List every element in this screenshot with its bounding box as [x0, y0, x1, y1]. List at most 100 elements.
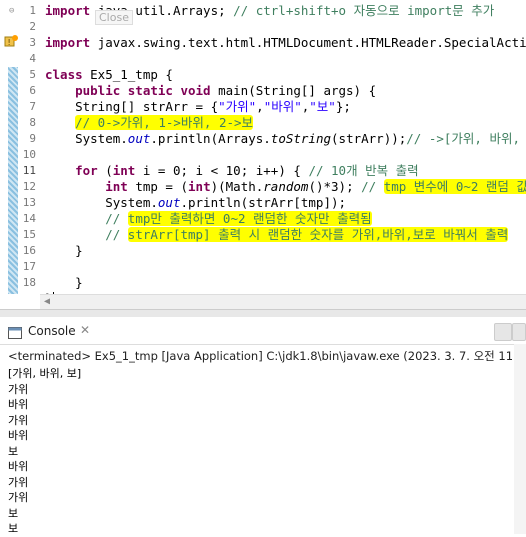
- change-marker-bar: [8, 67, 18, 294]
- code-token: //: [361, 179, 384, 194]
- console-scrollbar[interactable]: [514, 344, 526, 534]
- line-number: 11: [22, 164, 36, 177]
- line-number: 5: [29, 68, 36, 81]
- console-icon: [8, 324, 22, 339]
- code-line[interactable]: class Ex5_1_tmp {: [45, 67, 173, 83]
- code-token: tmp만 출력하면 0~2 랜덤한 숫자만 출력됨: [127, 211, 372, 226]
- line-number: 18: [22, 276, 36, 289]
- line-number: 8: [29, 116, 36, 129]
- code-token: )(Math.: [210, 179, 264, 194]
- line-number: 6: [29, 84, 36, 97]
- code-line[interactable]: int tmp = (int)(Math.random()*3); // tmp…: [45, 179, 526, 195]
- code-token: "가위": [218, 99, 257, 114]
- code-token: random: [263, 179, 309, 194]
- line-number: 10: [22, 148, 36, 161]
- fold-icon[interactable]: ⊖: [9, 7, 17, 16]
- code-line[interactable]: System.out.println(strArr[tmp]);: [45, 195, 346, 211]
- code-token: }: [45, 243, 83, 258]
- code-line[interactable]: }: [45, 243, 83, 259]
- editor-horizontal-scrollbar[interactable]: ◀: [40, 294, 526, 309]
- scroll-left-icon[interactable]: ◀: [44, 296, 50, 307]
- code-token: "바위": [263, 99, 302, 114]
- warning-icon[interactable]: !: [4, 33, 18, 47]
- code-token: // 10개 반복 출력: [308, 163, 419, 178]
- console-output-line: 바위: [8, 429, 29, 442]
- console-status: <terminated> Ex5_1_tmp [Java Application…: [8, 349, 526, 363]
- code-token: toString: [270, 131, 332, 146]
- code-line[interactable]: String[] strArr = {"가위","바위","보"};: [45, 99, 351, 115]
- console-action-button[interactable]: [494, 323, 512, 341]
- code-token: strArr[tmp] 출력 시 랜덤한 숫자를 가위,바위,보로 바꿔서 출력: [127, 227, 509, 242]
- svg-text:!: !: [8, 38, 11, 47]
- code-token: out: [157, 195, 181, 210]
- code-editor[interactable]: 12345678910111213141516171819 ⊖⊖ ! impor…: [0, 0, 526, 294]
- code-line[interactable]: // tmp만 출력하면 0~2 랜덤한 숫자만 출력됨: [45, 211, 372, 227]
- line-number: 2: [29, 20, 36, 33]
- code-token: javax.swing.text.html.HTMLDocument.HTMLR…: [97, 35, 526, 50]
- code-token: }: [45, 275, 83, 290]
- code-token: "보": [309, 99, 336, 114]
- line-number: 15: [22, 228, 36, 241]
- code-token: class: [45, 67, 91, 82]
- console-output-line: [가위, 바위, 보]: [8, 367, 82, 380]
- code-token: .println(strArr[tmp]);: [180, 195, 347, 210]
- code-line[interactable]: }: [45, 275, 83, 291]
- code-token: .println(Arrays.: [150, 131, 271, 146]
- code-line[interactable]: for (int i = 0; i < 10; i++) { // 10개 반복…: [45, 163, 419, 179]
- code-token: import: [45, 35, 98, 50]
- code-token: {: [165, 67, 173, 82]
- code-token: ()*3);: [308, 179, 362, 194]
- code-line[interactable]: // 0->가위, 1->바위, 2->보: [45, 115, 254, 131]
- code-token: import: [45, 3, 98, 18]
- line-number: 19: [16, 291, 36, 294]
- code-token: //: [105, 211, 128, 226]
- code-token: i = 0; i < 10; i++) {: [142, 163, 309, 178]
- code-token: public static void: [45, 83, 219, 98]
- code-line[interactable]: System.out.println(Arrays.toString(strAr…: [45, 131, 526, 147]
- code-line[interactable]: public static void main(String[] args) {: [45, 83, 376, 99]
- code-token: int: [105, 179, 136, 194]
- code-token: };: [335, 99, 351, 114]
- code-token: System.: [45, 131, 128, 146]
- line-number: 3: [29, 36, 36, 49]
- code-line[interactable]: import javax.swing.text.html.HTMLDocumen…: [45, 35, 526, 51]
- code-line[interactable]: // strArr[tmp] 출력 시 랜덤한 숫자를 가위,바위,보로 바꿔서…: [45, 227, 509, 243]
- line-number: 9: [29, 132, 36, 145]
- console-output-line: 보: [8, 444, 19, 458]
- console-output-line: 보: [8, 522, 19, 535]
- code-token: (strArr));: [331, 131, 407, 146]
- line-number: 1: [29, 4, 36, 17]
- close-tooltip: Close: [95, 10, 133, 25]
- code-token: (: [105, 163, 113, 178]
- code-token: //: [105, 227, 128, 242]
- console-output-line: 가위: [8, 475, 29, 489]
- console-tab-bar: Console ✕: [0, 318, 526, 345]
- line-number: 4: [29, 52, 36, 65]
- code-token: tmp = (: [135, 179, 189, 194]
- console-menu-button[interactable]: [512, 323, 526, 341]
- tab-console[interactable]: Console: [28, 324, 76, 338]
- code-token: Ex5_1_tmp: [90, 67, 166, 82]
- console-output: [가위, 바위, 보] 가위 바위 가위 바위 보 바위 가위 가위 보 보: [8, 366, 81, 537]
- line-number: 7: [29, 100, 36, 113]
- panel-divider[interactable]: [0, 309, 526, 317]
- console-output-line: 보: [8, 506, 19, 520]
- console-output-line: 가위: [8, 413, 29, 427]
- code-token: out: [127, 131, 151, 146]
- close-icon[interactable]: ✕: [80, 323, 90, 337]
- console-output-line: 가위: [8, 382, 29, 396]
- console-output-line: 바위: [8, 398, 29, 411]
- console-output-line: 바위: [8, 460, 29, 473]
- code-token: int: [112, 163, 143, 178]
- code-token: tmp 변수에 0~2 랜덤 값 저장: [383, 179, 526, 194]
- code-token: for: [75, 163, 106, 178]
- line-number: 16: [22, 244, 36, 257]
- code-token: ,: [256, 99, 264, 114]
- line-number: 13: [22, 196, 36, 209]
- code-token: // ctrl+shift+o 자동으로 import문 추가: [233, 3, 495, 18]
